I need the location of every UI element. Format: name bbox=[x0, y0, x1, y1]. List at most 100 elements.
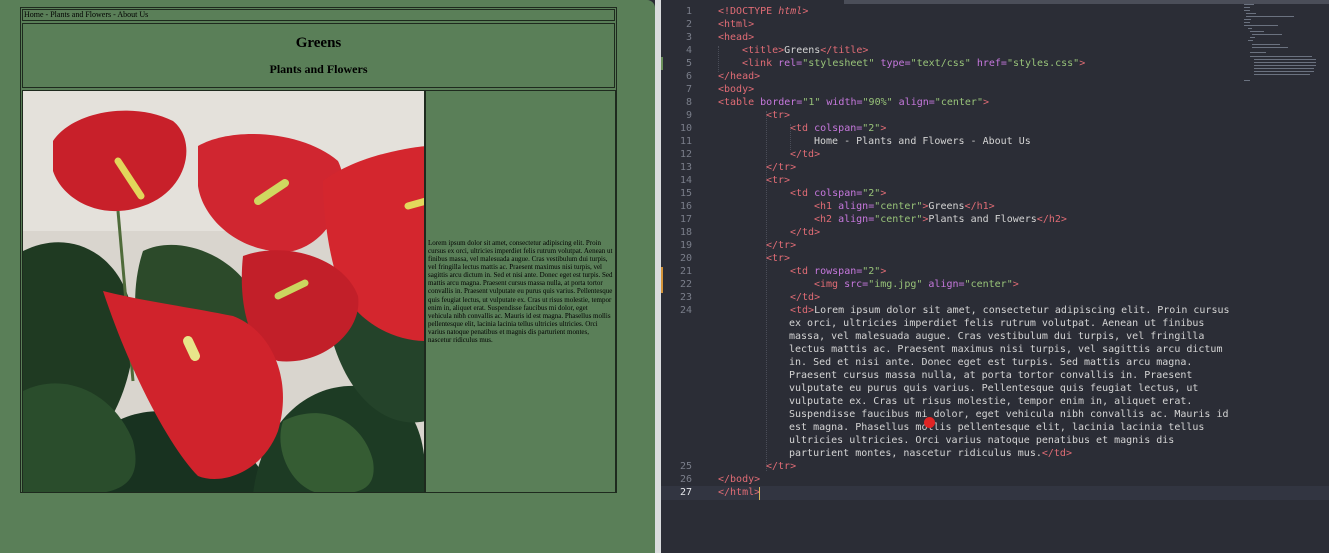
tag-token: > bbox=[1079, 58, 1086, 69]
line-number: 8 bbox=[685, 97, 692, 108]
attr-token: width= bbox=[820, 97, 863, 108]
line-number: 19 bbox=[679, 240, 692, 251]
code-line-11[interactable]: Home - Plants and Flowers - About Us bbox=[814, 136, 1031, 147]
minimap[interactable] bbox=[1244, 4, 1324, 84]
tag-token: <title> bbox=[742, 45, 785, 56]
attr-token: align= bbox=[922, 279, 965, 290]
attr-token: rowspan= bbox=[814, 266, 863, 277]
indent-guide bbox=[718, 46, 719, 72]
pointer-indicator bbox=[924, 417, 935, 428]
tag-token: > bbox=[880, 123, 887, 134]
tag-token: </head> bbox=[718, 71, 761, 82]
tag-token: <img bbox=[814, 279, 845, 290]
tag-token: <h2 bbox=[814, 214, 839, 225]
code-line-14[interactable]: <tr> bbox=[766, 175, 790, 186]
nav-breadcrumb: Home - Plants and Flowers - About Us bbox=[22, 9, 615, 21]
code-line-13[interactable]: </tr> bbox=[766, 162, 796, 173]
code-wrap-line: in. Sed et nisi ante. Donec eget est tur… bbox=[789, 357, 1193, 368]
tag-token: </html> bbox=[718, 487, 761, 498]
code-wrap-line: massa, vel malesuada augue. Cras vestibu… bbox=[789, 331, 1205, 342]
code-line-7[interactable]: <body> bbox=[718, 84, 754, 95]
code-line-17[interactable]: <h2 align="center">Plants and Flowers</h… bbox=[814, 214, 1067, 225]
string-token: "center" bbox=[874, 201, 923, 212]
code-line-15[interactable]: <td colspan="2"> bbox=[790, 188, 886, 199]
attr-token: src= bbox=[844, 279, 869, 290]
code-line-9[interactable]: <tr> bbox=[766, 110, 790, 121]
attr-token: colspan= bbox=[814, 188, 863, 199]
code-line-12[interactable]: </td> bbox=[790, 149, 820, 160]
page-subtitle: Plants and Flowers bbox=[269, 62, 368, 76]
lorem-text-cell: Lorem ipsum dolor sit amet, consectetur … bbox=[425, 90, 616, 493]
code-line-4[interactable]: <title>Greens</title> bbox=[742, 45, 868, 56]
tag-token: </td> bbox=[790, 149, 821, 160]
code-wrap-line: ultricies ultricies. Orci varius natoque… bbox=[789, 435, 1175, 446]
attr-token: border= bbox=[760, 97, 803, 108]
lorem-paragraph: Lorem ipsum dolor sit amet, consectetur … bbox=[428, 238, 613, 345]
flower-image bbox=[22, 90, 425, 493]
string-token: "2" bbox=[862, 266, 881, 277]
line-number: 10 bbox=[679, 123, 692, 134]
line-number: 20 bbox=[679, 253, 692, 264]
string-token: "1" bbox=[802, 97, 821, 108]
line-number: 5 bbox=[685, 58, 692, 69]
text-token: Home - Plants and Flowers - About Us bbox=[814, 136, 1031, 147]
title-cell: Greens Plants and Flowers bbox=[22, 23, 615, 88]
tag-token: </tr> bbox=[766, 240, 797, 251]
code-line-18[interactable]: </td> bbox=[790, 227, 820, 238]
tag-token: <link bbox=[742, 58, 779, 69]
line-number: 17 bbox=[679, 214, 692, 225]
code-line-8[interactable]: <table border="1" width="90%" align="cen… bbox=[718, 97, 989, 108]
tag-token: <td bbox=[790, 266, 815, 277]
tag-token: <td bbox=[790, 123, 815, 134]
text-token: Greens bbox=[928, 201, 965, 212]
line-number: 27 bbox=[679, 487, 692, 498]
code-editor[interactable]: 1 2 3 4 5 6 7 8 9 10 11 12 13 14 15 16 17 18 19 20 21 22 23 24 2… bbox=[661, 0, 1329, 553]
active-line-highlight bbox=[661, 486, 1329, 500]
tag-token: <table bbox=[718, 97, 761, 108]
code-line-24[interactable]: <td>Lorem ipsum dolor sit amet, consecte… bbox=[790, 305, 1230, 316]
attr-token: align= bbox=[838, 214, 875, 225]
string-token: "center" bbox=[874, 214, 923, 225]
string-token: "stylesheet" bbox=[802, 58, 875, 69]
code-line-6[interactable]: </head> bbox=[718, 71, 760, 82]
code-line-23[interactable]: </td> bbox=[790, 292, 820, 303]
attr-token: type= bbox=[874, 58, 911, 69]
code-wrap-line: Praesent cursus massa nulla, at porta to… bbox=[789, 370, 1193, 381]
line-number: 11 bbox=[679, 136, 692, 147]
code-line-25[interactable]: </tr> bbox=[766, 461, 796, 472]
line-number: 22 bbox=[679, 279, 692, 290]
string-token: "center" bbox=[934, 97, 983, 108]
tag-token: <tr> bbox=[766, 175, 791, 186]
text-token: Lorem ipsum dolor sit amet, consectetur … bbox=[814, 305, 1230, 316]
tag-token: <td bbox=[790, 188, 815, 199]
code-line-3[interactable]: <head> bbox=[718, 32, 754, 43]
line-number: 13 bbox=[679, 162, 692, 173]
line-number: 3 bbox=[685, 32, 692, 43]
code-line-16[interactable]: <h1 align="center">Greens</h1> bbox=[814, 201, 995, 212]
text-token: Greens bbox=[784, 45, 821, 56]
code-line-1[interactable]: <!DOCTYPE html> bbox=[718, 6, 808, 17]
tag-token: </td> bbox=[1041, 448, 1072, 459]
code-line-19[interactable]: </tr> bbox=[766, 240, 796, 251]
token: > bbox=[802, 6, 809, 17]
code-line-2[interactable]: <html> bbox=[718, 19, 754, 30]
line-number: 1 bbox=[685, 6, 692, 17]
tag-token: <html> bbox=[718, 19, 755, 30]
code-line-22[interactable]: <img src="img.jpg" align="center"> bbox=[814, 279, 1019, 290]
code-line-26[interactable]: </body> bbox=[718, 474, 760, 485]
code-line-5[interactable]: <link rel="stylesheet" type="text/css" h… bbox=[742, 58, 1085, 69]
tag-token: </td> bbox=[790, 292, 821, 303]
code-line-20[interactable]: <tr> bbox=[766, 253, 790, 264]
line-number: 23 bbox=[679, 292, 692, 303]
tag-token: <tr> bbox=[766, 253, 791, 264]
tag-token: <tr> bbox=[766, 110, 791, 121]
code-wrap-line: parturient montes, nascetur ridiculus mu… bbox=[789, 448, 1072, 459]
tag-token: > bbox=[880, 266, 887, 277]
text-cursor bbox=[759, 487, 760, 500]
browser-preview-pane: Home - Plants and Flowers - About Us Gre… bbox=[0, 0, 655, 553]
code-line-10[interactable]: <td colspan="2"> bbox=[790, 123, 886, 134]
code-line-27[interactable]: </html> bbox=[718, 487, 760, 498]
code-line-21[interactable]: <td rowspan="2"> bbox=[790, 266, 886, 277]
tag-token: </body> bbox=[718, 474, 761, 485]
line-number: 6 bbox=[685, 71, 692, 82]
